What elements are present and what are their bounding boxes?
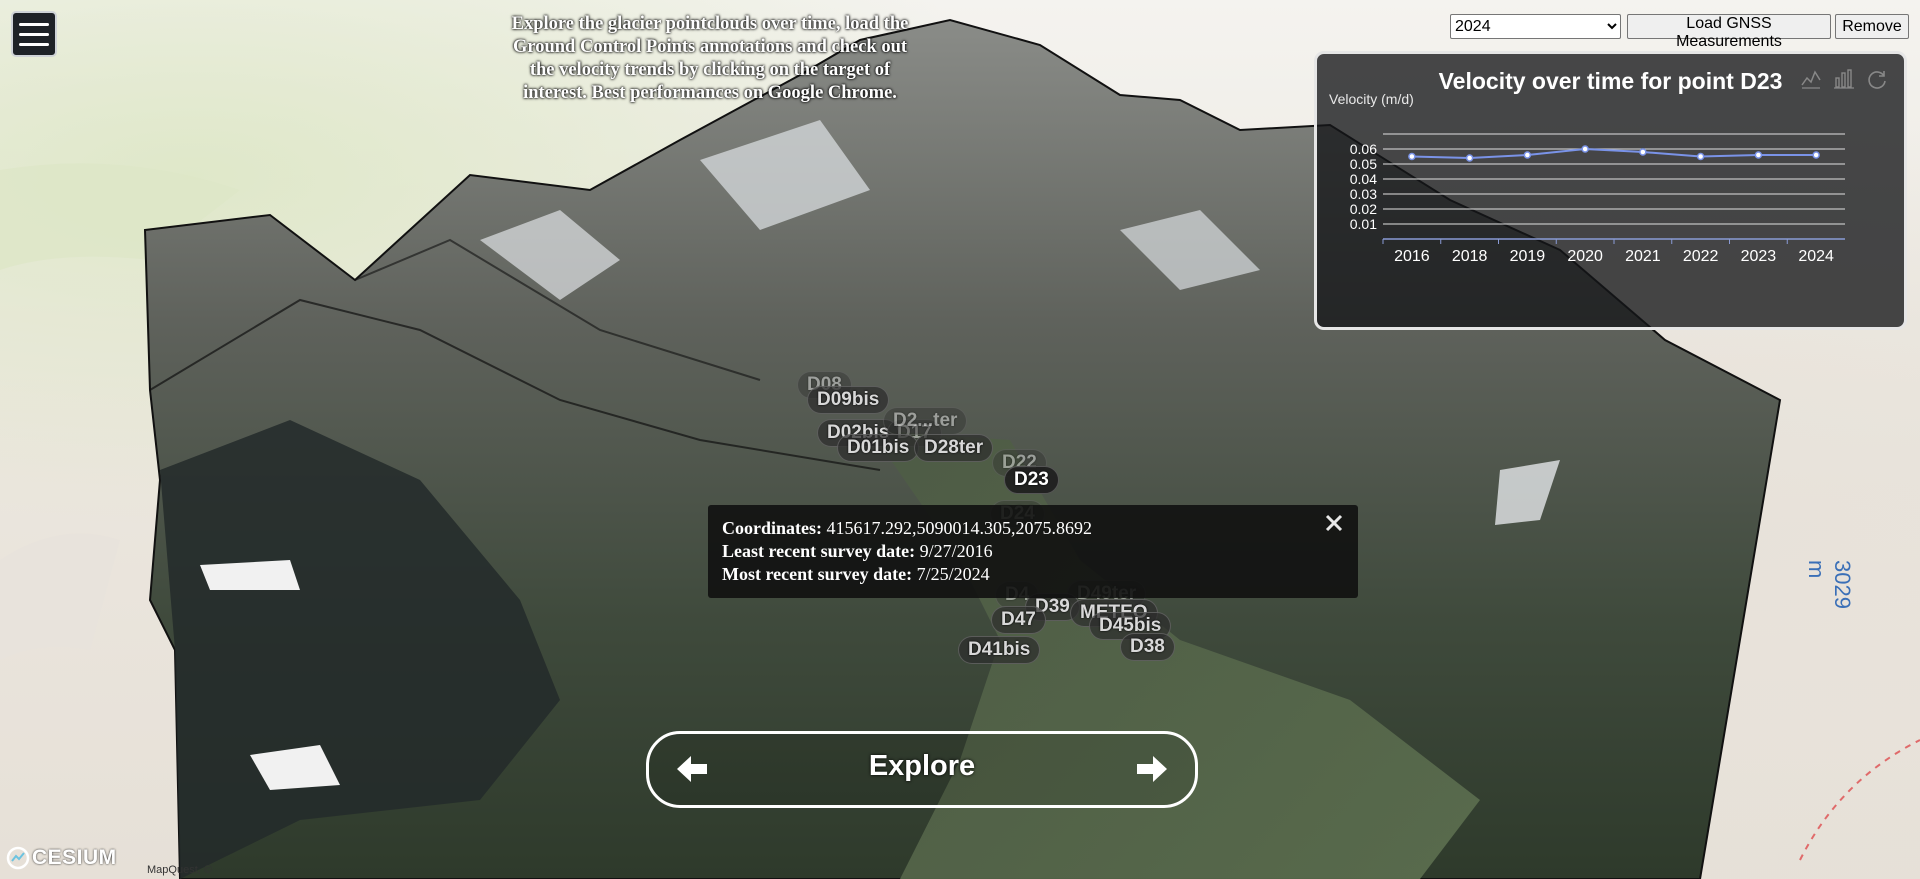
x-tick-label: 2022 [1683, 248, 1719, 265]
data-point [1754, 151, 1763, 159]
map-credit[interactable]: MapQuest, © [147, 864, 212, 876]
point-label-d09bis[interactable]: D09bis [807, 386, 890, 414]
data-point [1639, 148, 1647, 156]
point-label-d01bis[interactable]: D01bis [837, 434, 920, 462]
data-point [1812, 151, 1820, 159]
y-tick-label: 0.06 [1350, 141, 1377, 157]
velocity-chart-panel: Velocity (m/d) 0.06 0.05 0.04 0.03 0.02 0.01 20… [1314, 51, 1907, 330]
cesium-logo[interactable]: CESIUM [6, 846, 117, 870]
data-point [1465, 154, 1474, 162]
point-label-d28ter[interactable]: D28ter [914, 434, 994, 462]
load-gnss-button[interactable]: Load GNSS Measurements [1627, 14, 1831, 50]
x-tick-label: 2024 [1798, 248, 1834, 265]
y-tick-label: 0.05 [1350, 156, 1377, 172]
y-tick-label: 0.02 [1350, 201, 1377, 217]
x-tick-label: 2021 [1625, 248, 1661, 265]
y-tick-label: 0.01 [1350, 216, 1377, 232]
x-tick-label: 2016 [1394, 248, 1430, 265]
coordinates-row: Coordinates: 415617.292,5090014.305,2075… [722, 518, 1092, 539]
data-point [1523, 151, 1532, 159]
least-recent-label: Least recent survey date: [722, 541, 916, 561]
restore-icon[interactable] [1866, 68, 1888, 90]
y-tick-label: 0.04 [1350, 171, 1377, 187]
explore-label[interactable]: Explore [649, 750, 1195, 783]
point-label-d23[interactable]: D23 [1004, 466, 1059, 494]
x-tick-label: 2023 [1741, 248, 1777, 265]
least-recent-value: 9/27/2016 [919, 541, 993, 561]
point-info-popup: Coordinates: 415617.292,5090014.305,2075… [708, 505, 1358, 598]
snow-patch [200, 560, 300, 590]
point-label-d38[interactable]: D38 [1120, 633, 1175, 661]
map-patch [0, 533, 120, 660]
arrow-right-icon[interactable] [1135, 754, 1169, 784]
scale-label: 3029 m [1804, 560, 1855, 609]
explore-control: Explore [646, 731, 1198, 808]
data-point [1696, 152, 1705, 161]
page-title: Explore the glacier pointclouds over tim… [511, 14, 909, 103]
coordinates-value: 415617.292,5090014.305,2075.8692 [826, 518, 1093, 538]
x-tick-label: 2020 [1567, 248, 1603, 265]
cesium-logo-icon [6, 846, 30, 870]
point-label-d41bis[interactable]: D41bis [958, 636, 1041, 664]
least-recent-row: Least recent survey date: 9/27/2016 [722, 541, 993, 562]
x-tick-label: 2019 [1510, 248, 1546, 265]
most-recent-row: Most recent survey date: 7/25/2024 [722, 564, 990, 585]
line-chart-icon[interactable] [1800, 68, 1822, 90]
remove-button[interactable]: Remove [1835, 14, 1909, 39]
close-icon[interactable] [1324, 513, 1344, 533]
most-recent-label: Most recent survey date: [722, 564, 913, 584]
y-tick-label: 0.03 [1350, 186, 1377, 202]
year-select[interactable]: 2024 [1450, 14, 1621, 39]
x-tick-label: 2018 [1452, 248, 1488, 265]
cesium-logo-text: CESIUM [32, 846, 117, 869]
menu-icon [19, 32, 49, 36]
most-recent-value: 7/25/2024 [916, 564, 990, 584]
point-label-d2ter[interactable]: D2...ter [883, 407, 968, 435]
data-point [1581, 145, 1589, 153]
bar-chart-icon[interactable] [1833, 68, 1855, 90]
data-point [1408, 152, 1416, 161]
contour-line [1799, 739, 1920, 861]
point-label-d47[interactable]: D47 [991, 606, 1046, 634]
hamburger-menu-button[interactable] [11, 11, 57, 57]
menu-icon [19, 22, 49, 26]
coordinates-label: Coordinates: [722, 518, 822, 538]
menu-icon [19, 42, 49, 46]
